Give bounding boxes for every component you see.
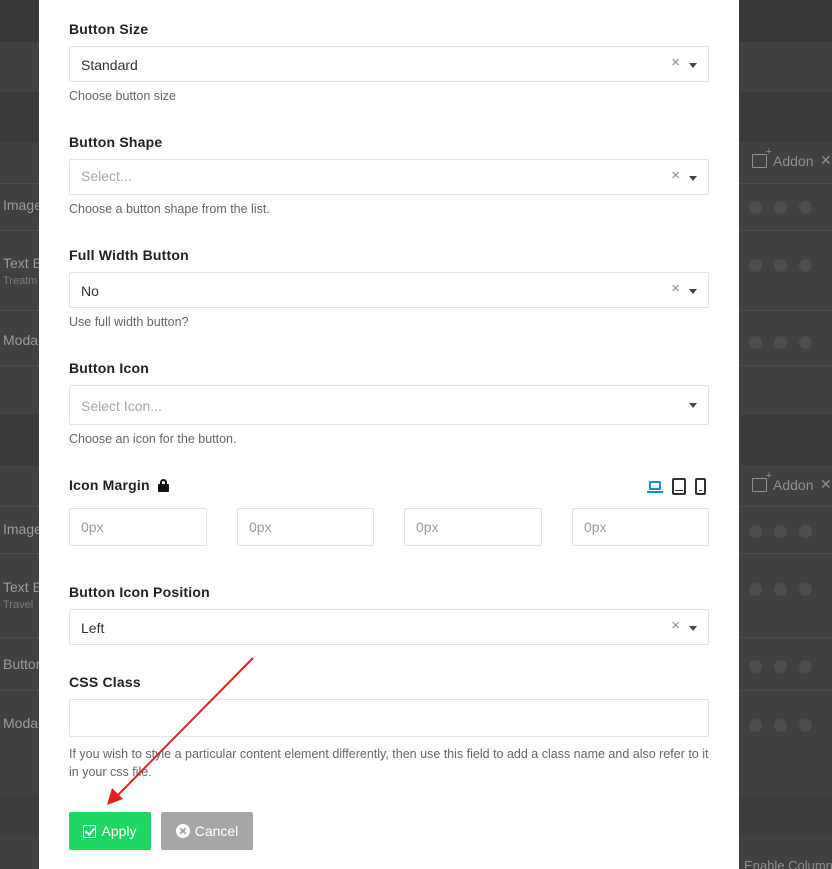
bg-addon-button[interactable]: Addon (752, 146, 814, 169)
bg-row-sub: Travel (3, 599, 34, 611)
clear-icon[interactable]: × (671, 55, 680, 71)
eye-icon[interactable] (774, 525, 787, 538)
bg-row-tools (749, 259, 812, 272)
caret-down-icon[interactable] (689, 403, 697, 408)
clear-icon[interactable]: × (671, 618, 680, 634)
trash-icon[interactable] (799, 259, 812, 272)
css-class-help: If you wish to style a particular conten… (69, 747, 709, 779)
icon-margin-left-input[interactable] (572, 508, 709, 546)
bg-row-tools (749, 201, 812, 214)
eye-icon[interactable] (774, 719, 787, 732)
full-width-select[interactable]: No × (69, 272, 709, 308)
trash-icon[interactable] (799, 583, 812, 596)
css-class-input[interactable] (69, 699, 709, 737)
full-width-help: Use full width button? (69, 315, 189, 329)
bg-row-label: Text B (3, 255, 39, 271)
lock-icon[interactable] (749, 525, 762, 538)
bg-row-label: Button (3, 656, 39, 672)
icon-margin-label: Icon Margin (69, 477, 169, 493)
bg-tools-icon[interactable]: ✕ (820, 152, 832, 169)
bg-row-label: Moda (3, 332, 39, 348)
add-addon-icon (752, 470, 772, 492)
eye-icon[interactable] (774, 336, 787, 349)
bg-row-tools (749, 583, 812, 596)
full-width-label: Full Width Button (69, 247, 189, 263)
clear-icon[interactable]: × (671, 281, 680, 297)
tablet-icon[interactable] (672, 478, 686, 495)
cancel-button[interactable]: Cancel (161, 812, 253, 850)
check-square-icon (83, 824, 97, 838)
add-addon-icon (752, 146, 772, 168)
bg-row-tools (749, 336, 812, 349)
icon-position-select[interactable]: Left × (69, 609, 709, 645)
icon-margin-top-input[interactable] (69, 508, 207, 546)
button-shape-label: Button Shape (69, 134, 163, 150)
button-icon-placeholder: Select Icon... (81, 398, 162, 414)
caret-down-icon[interactable] (689, 626, 697, 631)
apply-label: Apply (101, 823, 137, 839)
button-icon-label: Button Icon (69, 360, 149, 376)
button-size-label: Button Size (69, 21, 149, 37)
button-icon-select[interactable]: Select Icon... (69, 385, 709, 425)
lock-icon[interactable] (749, 583, 762, 596)
bg-row-label: Image (3, 197, 39, 213)
icon-position-label: Button Icon Position (69, 584, 210, 600)
bg-addon-label: Addon (773, 477, 814, 493)
full-width-value: No (81, 283, 99, 299)
lock-icon[interactable] (749, 336, 762, 349)
caret-down-icon[interactable] (689, 176, 697, 181)
lock-icon[interactable] (749, 660, 762, 673)
bg-row-sub: Treatm (3, 275, 38, 287)
bg-row-tools (749, 660, 812, 673)
bg-tools-icon[interactable]: ✕ (820, 476, 832, 493)
cancel-label: Cancel (194, 823, 239, 839)
icon-margin-label-text: Icon Margin (69, 477, 150, 493)
caret-down-icon[interactable] (689, 63, 697, 68)
caret-down-icon[interactable] (689, 289, 697, 294)
button-shape-select[interactable]: Select... × (69, 159, 709, 195)
lock-icon[interactable] (157, 479, 169, 492)
icon-margin-right-input[interactable] (237, 508, 374, 546)
bg-addon-button[interactable]: Addon (752, 470, 814, 493)
button-size-value: Standard (81, 57, 138, 73)
css-class-label: CSS Class (69, 674, 141, 690)
trash-icon[interactable] (799, 525, 812, 538)
eye-icon[interactable] (774, 259, 787, 272)
eye-icon[interactable] (774, 201, 787, 214)
eye-icon[interactable] (774, 583, 787, 596)
mobile-icon[interactable] (695, 478, 706, 495)
bg-row-label: Image (3, 521, 39, 537)
button-icon-help: Choose an icon for the button. (69, 432, 237, 446)
bg-addon-label: Addon (773, 153, 814, 169)
trash-icon[interactable] (799, 336, 812, 349)
bg-row-tools (749, 525, 812, 538)
eye-icon[interactable] (774, 660, 787, 673)
trash-icon[interactable] (799, 719, 812, 732)
bg-enable-column-label: Enable Column (744, 858, 832, 869)
addon-settings-modal: Button Size Standard × Choose button siz… (39, 0, 739, 869)
lock-icon[interactable] (749, 719, 762, 732)
times-circle-icon (175, 824, 190, 838)
desktop-icon[interactable] (647, 480, 663, 494)
icon-position-value: Left (81, 620, 105, 636)
responsive-device-switcher (647, 478, 706, 495)
button-shape-placeholder: Select... (81, 168, 132, 184)
lock-icon[interactable] (749, 201, 762, 214)
bg-row-label: Moda (3, 715, 39, 731)
button-size-select[interactable]: Standard × (69, 46, 709, 82)
bg-row-label: Text B (3, 579, 39, 595)
clear-icon[interactable]: × (671, 168, 680, 184)
button-shape-help: Choose a button shape from the list. (69, 202, 270, 216)
bg-row-tools (749, 719, 812, 732)
trash-icon[interactable] (799, 201, 812, 214)
apply-button[interactable]: Apply (69, 812, 151, 850)
lock-icon[interactable] (749, 259, 762, 272)
icon-margin-bottom-input[interactable] (404, 508, 542, 546)
button-size-help: Choose button size (69, 89, 177, 103)
trash-icon[interactable] (799, 660, 812, 673)
